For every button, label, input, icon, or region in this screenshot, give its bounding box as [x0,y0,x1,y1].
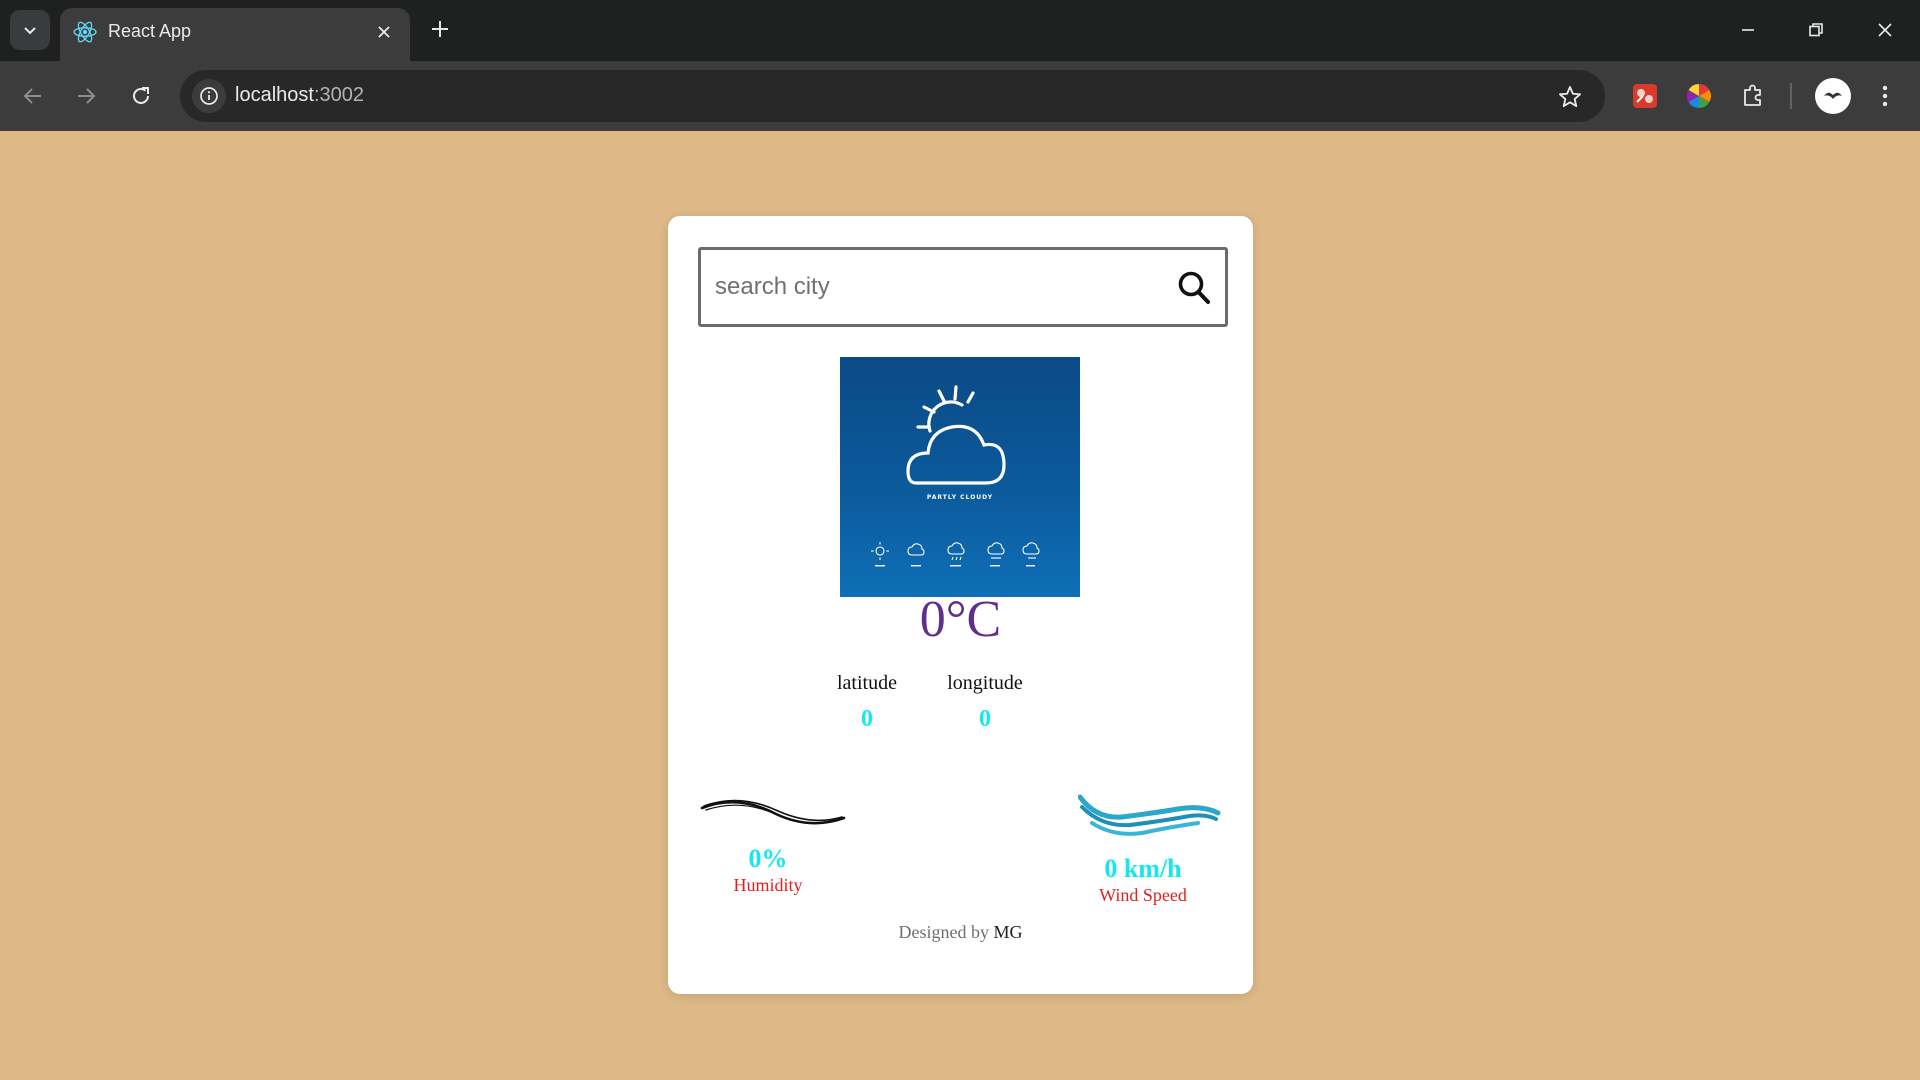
search-bar [698,247,1228,327]
site-info-button[interactable] [192,79,226,113]
site-info-icon [200,87,218,105]
window-close-icon [1878,23,1892,37]
weather-card: PARTLY CLOUDY 0°C [668,216,1253,994]
search-input[interactable] [715,264,1155,310]
footer-prefix: Designed by [898,922,989,942]
url-host: localhost [235,84,314,106]
extension-icon [1633,84,1657,108]
humidity-value: 0% [748,844,788,873]
toolbar-divider [1790,83,1792,109]
back-button[interactable] [14,77,52,115]
temperature: 0°C [919,591,1002,648]
humidity-icon [700,799,846,825]
wind-speed-label: Wind Speed [1099,885,1187,905]
latitude-value: 0 [861,706,873,732]
profile-avatar-icon [1819,82,1847,110]
avatar[interactable] [1815,78,1851,114]
minimize-button[interactable] [1725,8,1771,52]
footer-credit: Designed by MG [668,922,1253,943]
puzzle-icon [1744,84,1761,106]
star-icon [1559,86,1581,108]
new-tab-button[interactable] [423,12,457,46]
wind-icon [1078,794,1221,836]
weather-image: PARTLY CLOUDY [840,357,1080,597]
extension-button-2[interactable] [1681,78,1717,114]
mini-label-3 [950,565,961,567]
plus-icon [432,21,448,37]
chevron-down-icon [24,27,36,35]
longitude-value: 0 [979,706,991,732]
tab-close-button[interactable] [370,18,398,46]
longitude-label: longitude [947,672,1023,694]
forward-arrow-icon [78,88,96,104]
restore-icon [1809,23,1823,37]
address-bar[interactable]: localhost:3002 [180,70,1605,122]
search-icon[interactable] [1177,270,1211,306]
mini-label-2 [911,565,921,567]
window-close-button[interactable] [1862,8,1908,52]
mini-label-1 [875,565,885,567]
kebab-menu-icon [1882,85,1888,107]
partly-cloudy-icon [906,385,1006,485]
browser-toolbar: localhost:3002 [0,61,1920,131]
tab-search-button[interactable] [10,10,50,50]
image-caption: PARTLY CLOUDY [926,494,994,501]
wind-speed-value: 0 km/h [1104,854,1182,883]
browser-tab[interactable]: React App [60,8,410,61]
weather-types-strip [871,542,1040,567]
latitude-label: latitude [837,672,897,694]
footer-author: MG [993,922,1023,942]
forward-button[interactable] [67,77,105,115]
browser-chrome: React App localhost:3002 [0,0,1920,131]
humidity-label: Humidity [733,875,803,895]
reload-icon [133,87,149,104]
mini-label-5 [1026,565,1035,567]
mini-label-4 [990,565,1000,567]
bookmark-button[interactable] [1555,82,1585,112]
back-arrow-icon [23,88,41,104]
extension-button-1[interactable] [1627,78,1663,114]
react-logo-icon [73,21,97,43]
reload-button[interactable] [122,77,160,115]
extensions-menu-button[interactable] [1735,78,1771,114]
url-port: :3002 [313,84,364,106]
minimize-icon [1742,29,1754,31]
restore-button[interactable] [1793,8,1839,52]
close-icon [378,26,390,38]
url-text: localhost:3002 [235,84,364,107]
tab-strip: React App [0,0,1920,61]
color-wheel-icon [1686,84,1712,108]
tab-title: React App [108,21,192,41]
browser-menu-button[interactable] [1870,78,1900,114]
